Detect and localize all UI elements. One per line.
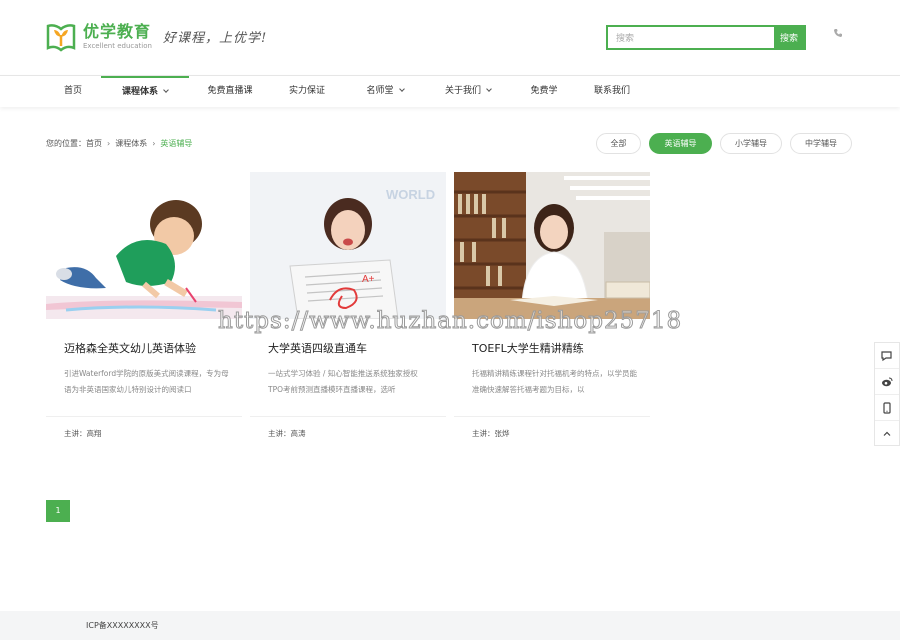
nav-item-free[interactable]: 免费学	[516, 76, 572, 107]
course-teacher: 主讲：高涛	[268, 429, 306, 438]
svg-text:A+: A+	[362, 274, 375, 285]
page-button-current[interactable]: 1	[46, 500, 70, 522]
logo-name: 优学教育	[83, 22, 152, 41]
breadcrumb-prefix: 您的位置：	[46, 139, 86, 148]
course-image[interactable]	[46, 172, 242, 319]
nav-item-courses[interactable]: 课程体系	[101, 76, 189, 107]
divider	[250, 416, 446, 417]
nav-item-guarantee[interactable]: 实力保证	[276, 76, 338, 107]
mobile-button[interactable]	[875, 395, 899, 421]
main-nav: 首页 课程体系 免费直播课 实力保证 名师堂 关于我们 免费学 联系我们	[0, 75, 900, 107]
phone-icon[interactable]	[833, 28, 843, 38]
filter-english[interactable]: 英语辅导	[649, 133, 712, 154]
course-desc: 引进Waterford学院的原版美式阅读课程，专为母语为非英语国家幼儿特别设计的…	[64, 369, 229, 394]
nav-item-home[interactable]: 首页	[46, 76, 100, 107]
logo[interactable]: 优学教育 Excellent education	[45, 22, 152, 52]
watermark: https://www.huzhan.com/ishop25718	[217, 308, 683, 335]
course-desc: 一站式学习体验 / 知心智能推送系统独家授权 TPO考前预测直播模环直播课程，选…	[268, 369, 418, 394]
course-title[interactable]: TOEFL大学生精讲精练	[472, 340, 584, 356]
filter-all[interactable]: 全部	[596, 133, 641, 154]
filter-middle[interactable]: 中学辅导	[790, 133, 852, 154]
slogan: 好课程，上优学!	[163, 31, 268, 46]
weibo-button[interactable]	[875, 369, 899, 395]
divider	[454, 416, 650, 417]
breadcrumb: 您的位置：首页 › 课程体系 › 英语辅导	[46, 138, 192, 149]
chevron-down-icon	[486, 86, 492, 92]
breadcrumb-courses[interactable]: 课程体系	[115, 139, 147, 148]
logo-subtitle: Excellent education	[83, 42, 152, 50]
student-exam-illustration: WORLD A+	[250, 172, 446, 319]
course-title[interactable]: 大学英语四级直通车	[268, 340, 367, 356]
filter-primary[interactable]: 小学辅导	[720, 133, 782, 154]
breadcrumb-separator: ›	[152, 139, 156, 148]
nav-item-contact[interactable]: 联系我们	[584, 76, 640, 107]
weibo-icon	[882, 377, 893, 386]
chevron-down-icon	[163, 87, 169, 93]
course-title[interactable]: 迈格森全英文幼儿英语体验	[64, 340, 196, 356]
chat-icon	[881, 350, 892, 361]
nav-item-live[interactable]: 免费直播课	[195, 76, 265, 107]
chevron-down-icon	[398, 86, 405, 92]
chevron-up-icon	[883, 431, 891, 436]
chat-button[interactable]	[875, 343, 899, 369]
course-teacher: 主讲：高翔	[64, 429, 102, 438]
floating-toolbar	[874, 342, 900, 446]
nav-item-teachers[interactable]: 名师堂	[350, 76, 420, 107]
site-footer: ICP备XXXXXXXX号	[0, 611, 900, 640]
site-header: 优学教育 Excellent education 好课程，上优学! 搜索	[0, 0, 900, 76]
course-desc: 托福精讲精练课程针对托福机考的特点，以学员能准确快速解答托福考题为目标，以	[472, 369, 637, 394]
search-button[interactable]: 搜索	[774, 27, 804, 48]
child-drawing-illustration	[46, 172, 242, 319]
course-card[interactable]: 迈格森全英文幼儿英语体验 引进Waterford学院的原版美式阅读课程，专为母语…	[46, 172, 242, 444]
course-image[interactable]	[454, 172, 650, 319]
nav-item-about[interactable]: 关于我们	[430, 76, 506, 107]
image-word: WORLD	[386, 187, 435, 202]
book-sprout-icon	[46, 24, 76, 52]
search-input[interactable]	[608, 27, 774, 48]
breadcrumb-home[interactable]: 首页	[86, 139, 102, 148]
course-teacher: 主讲：张烨	[472, 429, 510, 438]
course-image[interactable]: WORLD A+	[250, 172, 446, 319]
icp-text: ICP备XXXXXXXX号	[86, 621, 159, 630]
breadcrumb-current: 英语辅导	[160, 139, 193, 148]
search-box: 搜索	[606, 25, 806, 50]
divider	[46, 416, 242, 417]
library-study-illustration	[454, 172, 650, 319]
back-to-top-button[interactable]	[875, 421, 899, 447]
breadcrumb-separator: ›	[107, 139, 111, 148]
mobile-icon	[883, 401, 891, 414]
